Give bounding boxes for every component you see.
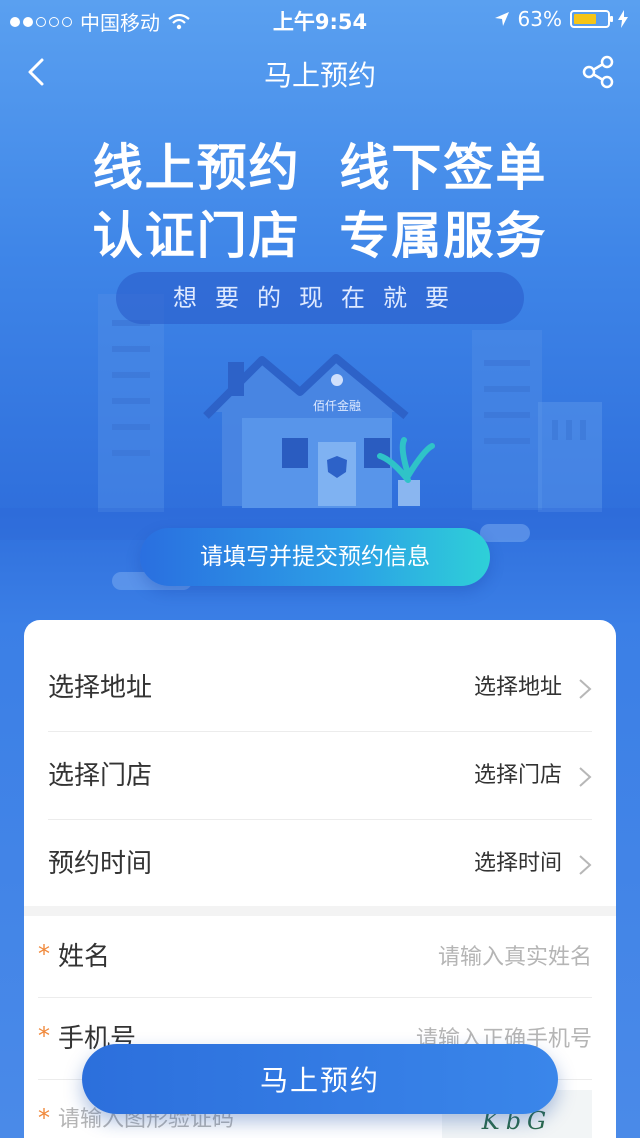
location-arrow-icon (494, 12, 509, 26)
name-label: 姓名 (58, 942, 111, 972)
charging-bolt-icon (618, 10, 628, 28)
decorative-bar (480, 524, 530, 542)
select-store-row[interactable]: 选择门店 选择门店 (48, 732, 592, 820)
battery-icon (570, 10, 613, 28)
row-label: 选择地址 (48, 673, 153, 703)
fill-info-banner-button[interactable]: 请填写并提交预约信息 (140, 528, 490, 586)
battery-percent: 63% (517, 7, 562, 31)
brand-logo-text: 佰仟金融 (313, 398, 361, 413)
hero-headline-1: 线上预约 线下签单 (92, 139, 548, 197)
row-label: 预约时间 (48, 849, 153, 879)
select-address-row[interactable]: 选择地址 选择地址 (48, 644, 592, 732)
page-title: 马上预约 (263, 59, 376, 92)
status-right: 63% (494, 7, 628, 31)
row-value: 选择时间 (473, 851, 562, 876)
name-field-row: * 姓名 (38, 916, 592, 998)
status-bar: 中国移动 上午9:54 63% (0, 0, 640, 36)
required-mark: * (38, 1104, 50, 1132)
required-mark: * (38, 940, 50, 968)
row-label: 选择门店 (48, 761, 153, 791)
slogan-pill: 想要的现在就要 (116, 272, 524, 324)
hero-headline-2: 认证门店 专属服务 (92, 207, 548, 265)
book-now-button[interactable]: 马上预约 (82, 1044, 558, 1114)
navigation-bar: 马上预约 (0, 36, 640, 108)
section-divider (24, 906, 616, 916)
select-time-row[interactable]: 预约时间 选择时间 (48, 820, 592, 908)
share-button[interactable] (580, 54, 620, 94)
row-value: 选择地址 (473, 675, 562, 700)
share-icon (582, 55, 614, 89)
name-input[interactable] (292, 936, 592, 978)
chevron-right-icon (579, 855, 592, 875)
required-mark: * (38, 1022, 50, 1050)
chevron-right-icon (579, 679, 592, 699)
row-value: 选择门店 (473, 763, 562, 788)
chevron-right-icon (579, 767, 592, 787)
